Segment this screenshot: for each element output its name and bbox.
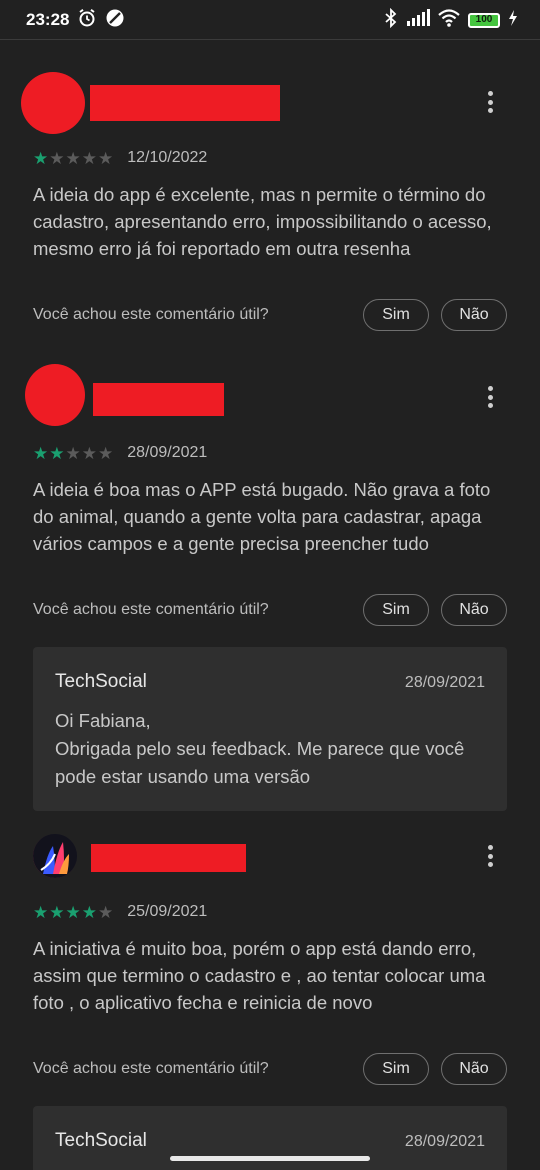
review-text[interactable]: A ideia é boa mas o APP está bugado. Não… [33, 476, 507, 557]
star-filled-icon: ★ [49, 443, 65, 463]
star-empty-icon: ★ [98, 443, 114, 463]
star-empty-icon: ★ [81, 148, 97, 168]
status-time: 23:28 [26, 10, 70, 29]
yes-button[interactable]: Sim [363, 299, 429, 331]
no-button[interactable]: Não [441, 1053, 507, 1085]
star-rating: ★ ★ ★ ★ ★ [33, 150, 113, 167]
developer-reply-header: TechSocial 28/09/2021 [55, 671, 485, 693]
star-filled-icon: ★ [33, 443, 49, 463]
star-filled-icon: ★ [81, 902, 97, 922]
review-text[interactable]: A ideia do app é excelente, mas n permit… [33, 181, 507, 262]
reviewer-name [93, 383, 224, 416]
helpful-row: Você achou este comentário útil? Sim Não [33, 1053, 507, 1085]
helpful-buttons: Sim Não [363, 299, 507, 331]
avatar [21, 72, 85, 134]
developer-reply-header: TechSocial 28/09/2021 [55, 1130, 485, 1152]
screen: 23:28 100 ★ ★ ★ ★ ★ 12/10/2022 A ideia d… [0, 0, 540, 1170]
star-filled-icon: ★ [33, 902, 49, 922]
reviewer-name [90, 85, 280, 121]
yes-button[interactable]: Sim [363, 1053, 429, 1085]
reviewer-name [91, 844, 246, 872]
yes-button[interactable]: Sim [363, 594, 429, 626]
battery-icon: 100 [468, 12, 500, 28]
rating-row: ★ ★ ★ ★ ★ 28/09/2021 [33, 444, 207, 462]
star-empty-icon: ★ [65, 148, 81, 168]
developer-reply-date: 28/09/2021 [404, 1133, 485, 1150]
status-divider [0, 39, 540, 40]
alarm-icon [77, 8, 97, 33]
no-button[interactable]: Não [441, 594, 507, 626]
signal-icon [406, 8, 430, 32]
rating-row: ★ ★ ★ ★ ★ 12/10/2022 [33, 149, 207, 167]
helpful-question: Você achou este comentário útil? [33, 1060, 269, 1077]
star-rating: ★ ★ ★ ★ ★ [33, 904, 113, 921]
wifi-icon [438, 8, 460, 32]
star-empty-icon: ★ [81, 443, 97, 463]
data-saver-icon [105, 8, 125, 33]
helpful-question: Você achou este comentário útil? [33, 601, 269, 618]
developer-reply-text[interactable]: Oi Fabiana, Obrigada pelo seu feedback. … [55, 707, 485, 791]
helpful-question: Você achou este comentário útil? [33, 306, 269, 323]
avatar-art-icon [33, 834, 77, 878]
more-options-icon[interactable] [482, 88, 498, 116]
helpful-buttons: Sim Não [363, 1053, 507, 1085]
helpful-buttons: Sim Não [363, 594, 507, 626]
helpful-row: Você achou este comentário útil? Sim Não [33, 299, 507, 331]
star-rating: ★ ★ ★ ★ ★ [33, 445, 113, 462]
star-filled-icon: ★ [33, 148, 49, 168]
star-filled-icon: ★ [65, 902, 81, 922]
more-options-icon[interactable] [482, 842, 498, 870]
star-empty-icon: ★ [98, 148, 114, 168]
more-options-icon[interactable] [482, 383, 498, 411]
star-empty-icon: ★ [65, 443, 81, 463]
developer-reply-date: 28/09/2021 [404, 674, 485, 691]
star-filled-icon: ★ [49, 902, 65, 922]
review-date: 12/10/2022 [127, 149, 208, 166]
gesture-nav-bar[interactable] [170, 1156, 370, 1161]
developer-reply: TechSocial 28/09/2021 Oi Fabiana, Obriga… [33, 647, 507, 811]
star-empty-icon: ★ [98, 902, 114, 922]
review-date: 28/09/2021 [127, 444, 208, 461]
rating-row: ★ ★ ★ ★ ★ 25/09/2021 [33, 903, 207, 921]
star-empty-icon: ★ [49, 148, 65, 168]
avatar [33, 834, 77, 878]
developer-name: TechSocial [55, 671, 147, 692]
review-date: 25/09/2021 [127, 903, 208, 920]
developer-name: TechSocial [55, 1130, 147, 1151]
charging-icon [508, 9, 518, 31]
helpful-row: Você achou este comentário útil? Sim Não [33, 594, 507, 626]
status-right: 100 [384, 7, 518, 33]
status-left: 23:28 [26, 8, 125, 33]
review-text[interactable]: A iniciativa é muito boa, porém o app es… [33, 935, 507, 1016]
bluetooth-icon [384, 7, 398, 33]
status-bar: 23:28 100 [0, 0, 540, 40]
no-button[interactable]: Não [441, 299, 507, 331]
avatar [25, 364, 85, 426]
